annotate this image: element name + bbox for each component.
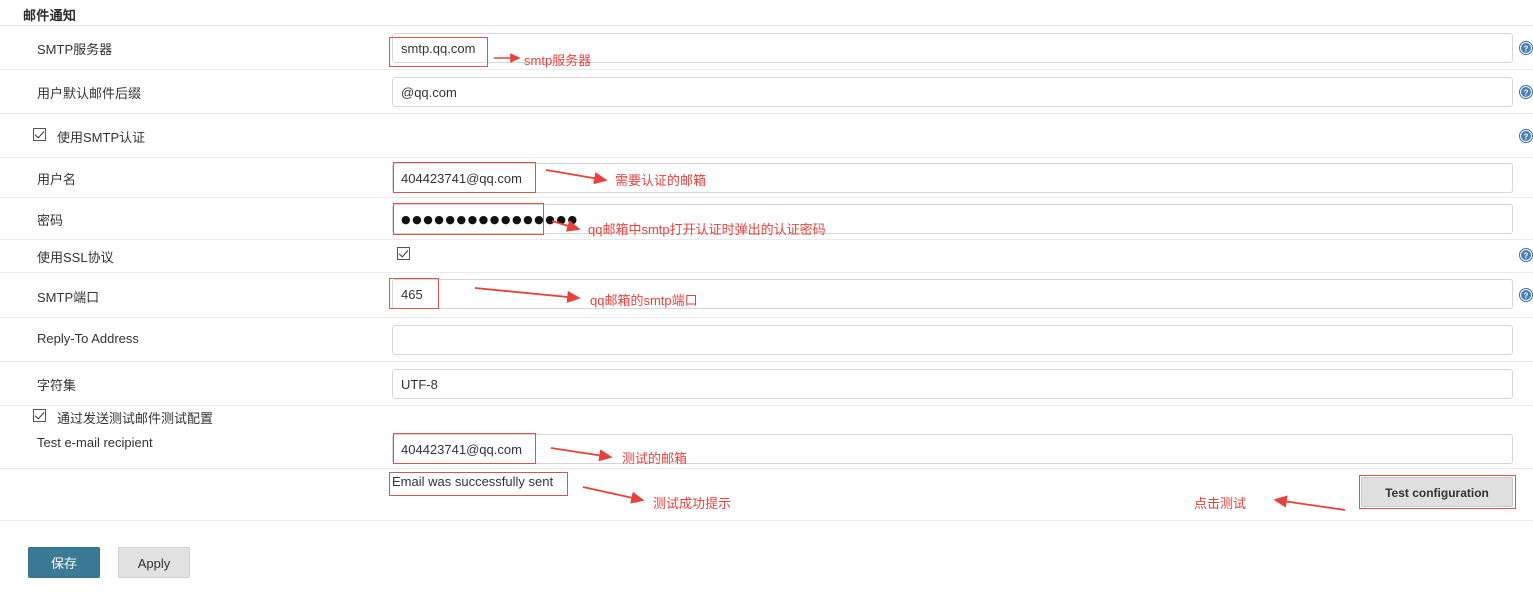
apply-button[interactable]: Apply	[118, 547, 190, 578]
label-test-by-sending: 通过发送测试邮件测试配置	[57, 411, 214, 426]
row-test-by-sending: 通过发送测试邮件测试配置	[0, 406, 1533, 429]
default-suffix-input[interactable]	[392, 77, 1513, 107]
row-default-suffix: 用户默认邮件后缀 ?	[0, 70, 1533, 114]
row-smtp-server: SMTP服务器 ?	[0, 26, 1533, 70]
label-password: 密码	[37, 213, 64, 228]
test-recipient-input[interactable]	[392, 434, 1513, 464]
password-input[interactable]	[392, 204, 1513, 234]
username-input[interactable]	[392, 163, 1513, 193]
test-by-sending-checkbox[interactable]	[33, 409, 46, 422]
row-test-action	[0, 469, 1533, 521]
save-button[interactable]: 保存	[28, 547, 100, 578]
label-charset: 字符集	[37, 378, 77, 393]
label-username: 用户名	[37, 172, 77, 187]
smtp-port-input[interactable]	[392, 279, 1513, 309]
label-smtp-server: SMTP服务器	[37, 42, 113, 57]
row-username: 用户名	[0, 158, 1533, 198]
svg-text:?: ?	[1524, 291, 1529, 300]
row-reply-to: Reply-To Address	[0, 318, 1533, 362]
label-use-smtp-auth: 使用SMTP认证	[57, 130, 146, 145]
row-test-recipient: Test e-mail recipient	[0, 429, 1533, 469]
charset-input[interactable]	[392, 369, 1513, 399]
help-icon[interactable]: ?	[1519, 129, 1533, 143]
label-smtp-port: SMTP端口	[37, 290, 100, 305]
svg-text:?: ?	[1524, 88, 1529, 97]
test-result-status: Email was successfully sent	[392, 474, 554, 489]
row-use-smtp-auth: 使用SMTP认证 ?	[0, 114, 1533, 158]
label-test-recipient: Test e-mail recipient	[37, 435, 153, 450]
label-use-ssl: 使用SSL协议	[37, 250, 114, 265]
test-configuration-button[interactable]: Test configuration	[1361, 477, 1513, 507]
use-smtp-auth-checkbox[interactable]	[33, 128, 46, 141]
row-charset: 字符集	[0, 362, 1533, 406]
row-smtp-port: SMTP端口 ?	[0, 273, 1533, 318]
help-icon[interactable]: ?	[1519, 288, 1533, 302]
help-icon[interactable]: ?	[1519, 41, 1533, 55]
use-ssl-checkbox[interactable]	[397, 247, 410, 260]
row-use-ssl: 使用SSL协议 ?	[0, 240, 1533, 273]
page-title: 邮件通知	[23, 8, 77, 23]
label-reply-to: Reply-To Address	[37, 331, 139, 346]
reply-to-input[interactable]	[392, 325, 1513, 355]
smtp-server-input[interactable]	[392, 33, 1513, 63]
help-icon[interactable]: ?	[1519, 248, 1533, 262]
label-default-suffix: 用户默认邮件后缀	[37, 86, 142, 101]
svg-text:?: ?	[1524, 251, 1529, 260]
svg-text:?: ?	[1524, 132, 1529, 141]
row-password: 密码	[0, 198, 1533, 240]
help-icon[interactable]: ?	[1519, 85, 1533, 99]
svg-text:?: ?	[1524, 44, 1529, 53]
